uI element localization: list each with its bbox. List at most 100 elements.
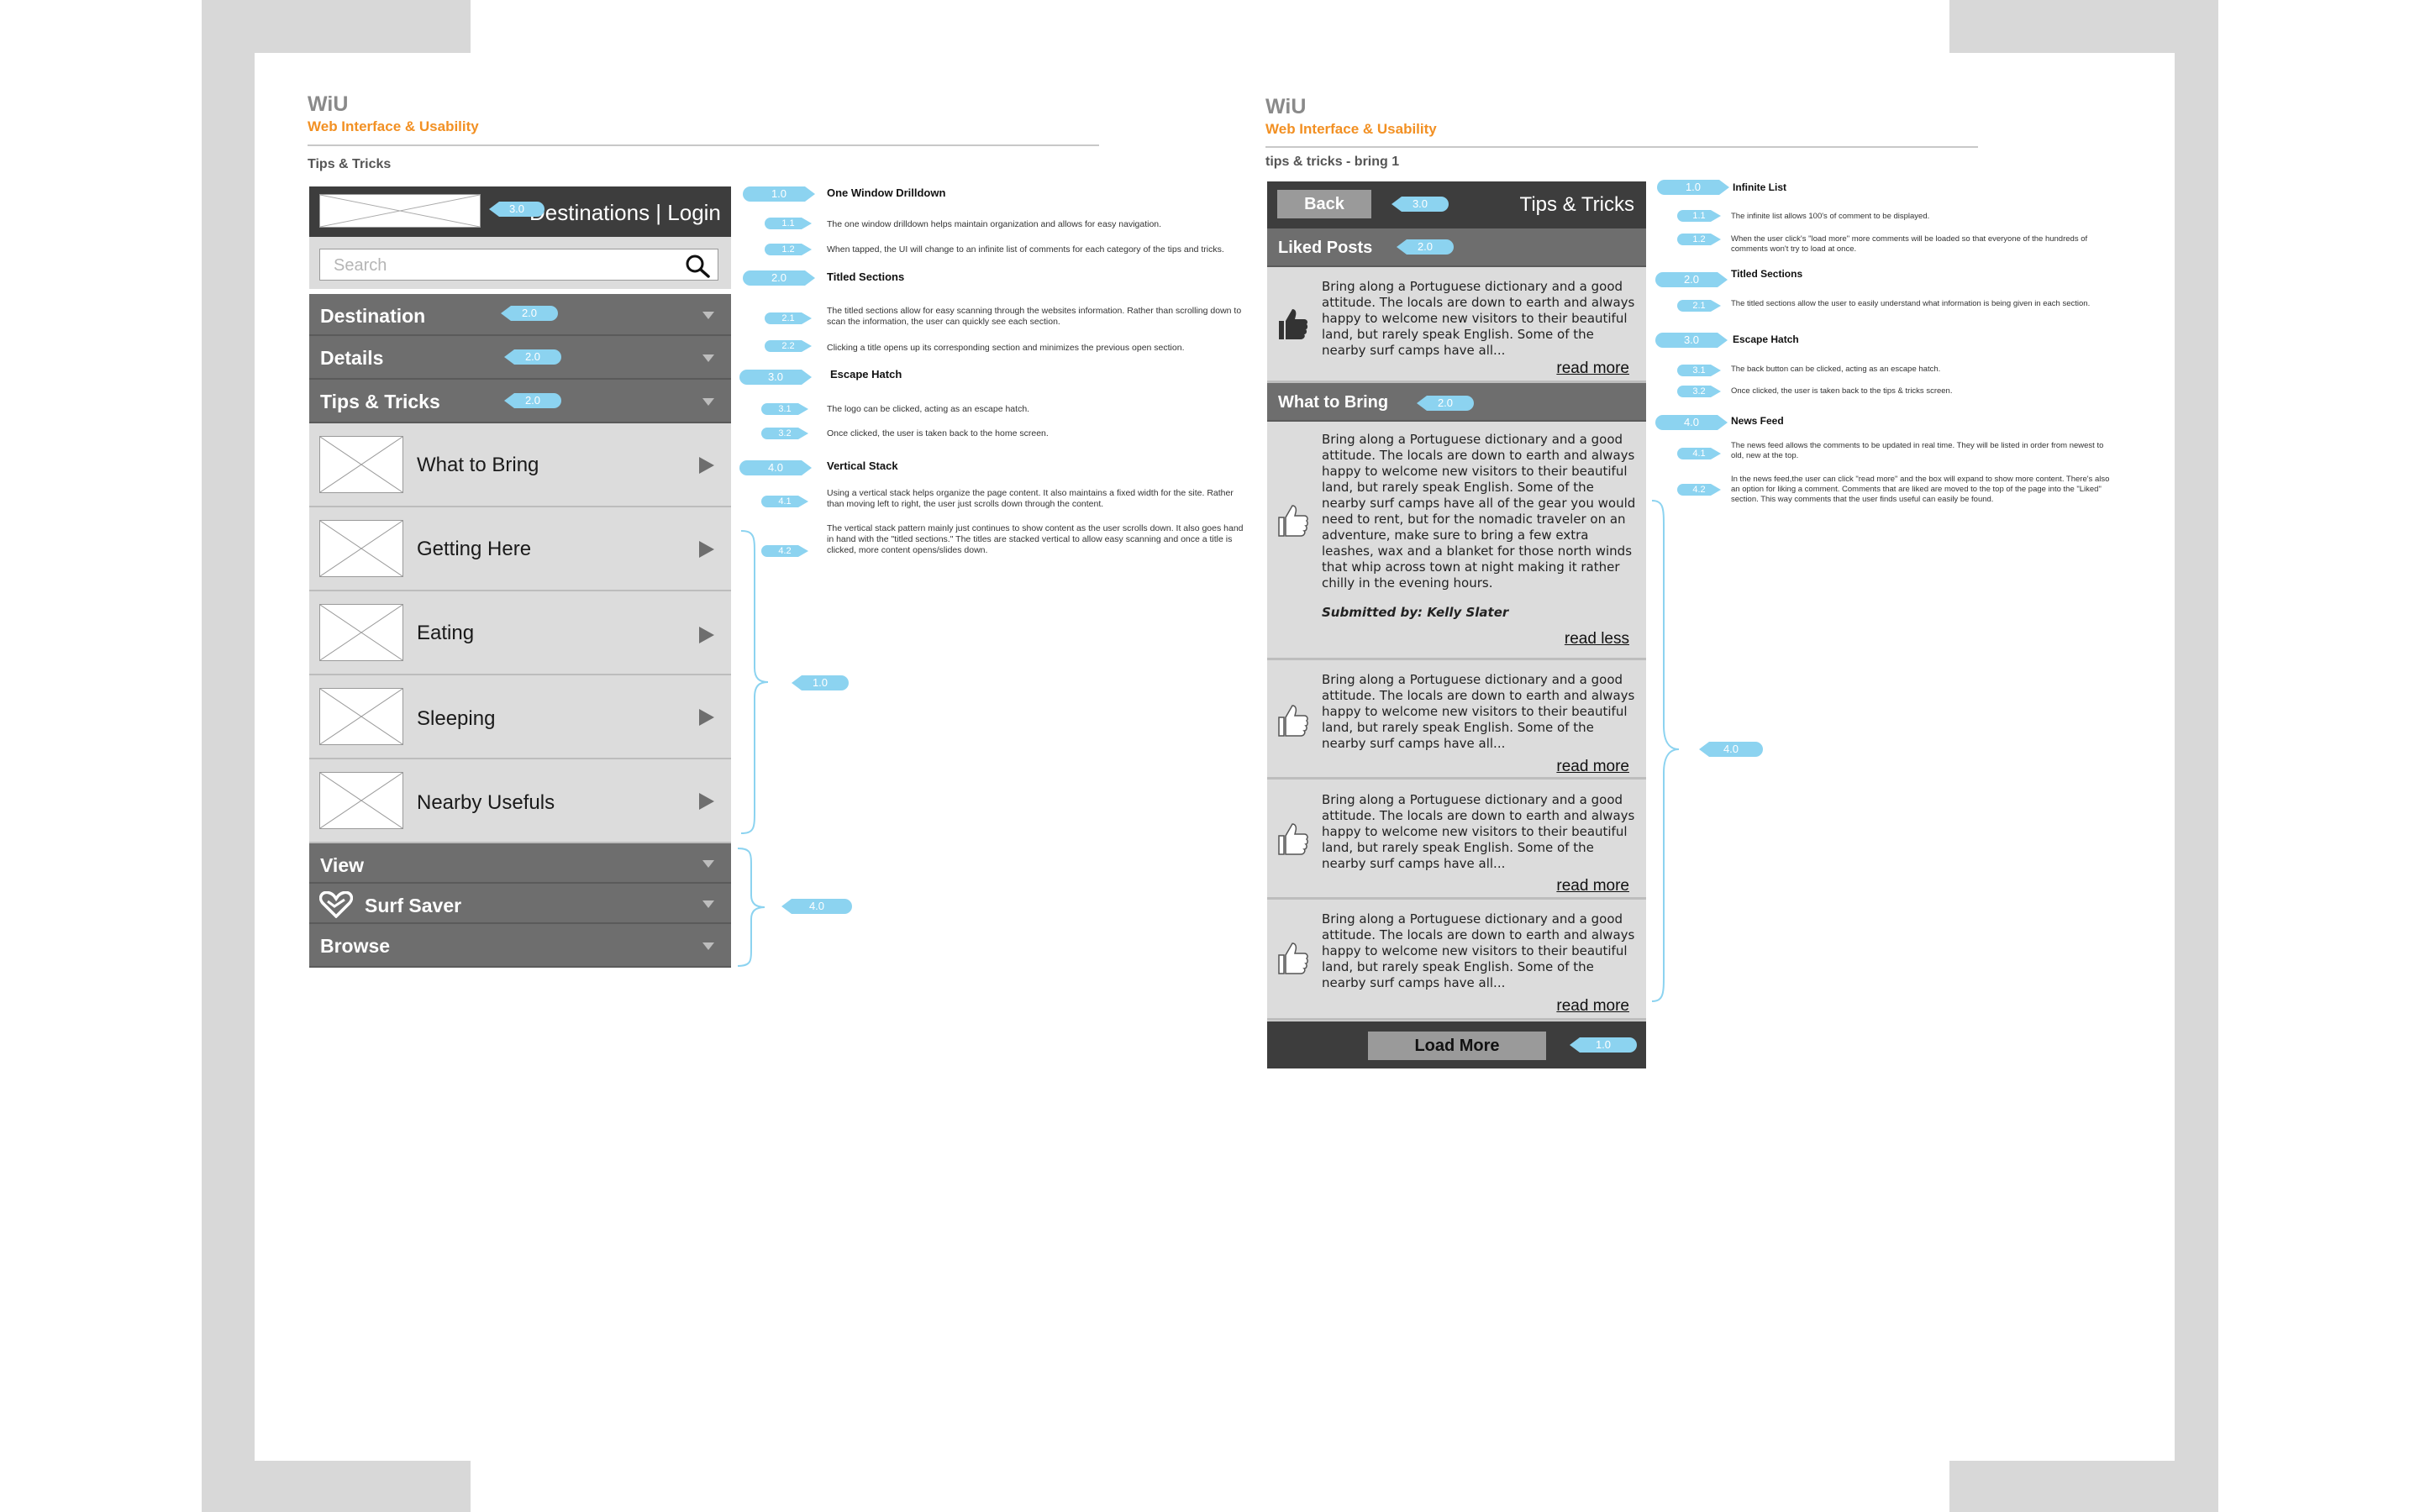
app-header: Destinations | Login 3.0: [309, 186, 731, 237]
note-text: The one window drilldown helps maintain …: [827, 219, 1162, 229]
note-heading: Titled Sections: [827, 270, 905, 283]
note-text: The news feed allows the comments to be …: [1731, 441, 2104, 460]
search-input-box[interactable]: Search: [319, 249, 718, 281]
section-surf-saver[interactable]: Surf Saver: [309, 884, 731, 924]
marker-1-0: 1.0: [1570, 1037, 1637, 1053]
frame-corner: [202, 1459, 471, 1512]
note-text: The logo can be clicked, acting as an es…: [827, 404, 1030, 414]
note-text: Clicking a title opens up its correspond…: [827, 343, 1185, 353]
chevron-right-icon: [699, 541, 714, 558]
note-marker: 2.2: [765, 340, 812, 352]
image-placeholder: [319, 772, 403, 829]
note-marker: 1.0: [743, 186, 815, 202]
note-marker: 2.1: [765, 312, 812, 324]
section-label: Liked Posts: [1278, 239, 1373, 257]
marker-3-0: 3.0: [489, 202, 544, 217]
chevron-down-icon: [702, 312, 714, 319]
read-more-link[interactable]: read more: [1556, 360, 1629, 378]
page-label: Tips & Tricks: [308, 157, 392, 171]
post-text: Bring along a Portuguese dictionary and …: [1322, 432, 1636, 591]
post: Bring along a Portuguese dictionary and …: [1267, 782, 1646, 900]
thumbs-up-icon[interactable]: [1276, 821, 1309, 858]
section-browse[interactable]: Browse: [309, 924, 731, 968]
image-placeholder: [319, 688, 403, 745]
thumbs-up-icon[interactable]: [1276, 940, 1309, 977]
thumbs-up-icon[interactable]: [1276, 502, 1309, 539]
page-title: Tips & Tricks: [1519, 193, 1634, 216]
doc-subtitle: Web Interface & Usability: [308, 118, 479, 134]
section-destination[interactable]: Destination 2.0: [309, 294, 731, 336]
note-text: Using a vertical stack helps organize th…: [827, 488, 1234, 509]
load-more-bar: Load More 1.0: [1267, 1021, 1646, 1068]
page-label: tips & tricks - bring 1: [1265, 155, 1400, 169]
post-text: Bring along a Portuguese dictionary and …: [1322, 911, 1635, 990]
thumbs-up-filled-icon[interactable]: [1276, 306, 1309, 343]
back-button[interactable]: Back: [1277, 190, 1371, 218]
marker-3-0: 3.0: [1392, 197, 1449, 212]
image-placeholder: [319, 436, 403, 493]
section-label: Browse: [320, 935, 391, 957]
section-tips-tricks[interactable]: Tips & Tricks 2.0: [309, 380, 731, 423]
chevron-down-icon: [702, 398, 714, 406]
post-text: Bring along a Portuguese dictionary and …: [1322, 672, 1635, 751]
expanded-post: Bring along a Portuguese dictionary and …: [1267, 423, 1646, 660]
search-icon[interactable]: [684, 253, 711, 278]
section-label: Details: [320, 347, 384, 369]
list-item[interactable]: Eating: [309, 591, 731, 675]
note-marker: 2.0: [743, 270, 815, 286]
chevron-right-icon: [699, 709, 714, 726]
note-heading: Infinite List: [1733, 181, 1786, 193]
chevron-down-icon: [702, 860, 714, 868]
image-placeholder: [319, 520, 403, 577]
note-heading: Vertical Stack: [827, 459, 898, 472]
note-text: The titled sections allow the user to ea…: [1731, 299, 2091, 308]
post: Bring along a Portuguese dictionary and …: [1267, 901, 1646, 1021]
header-nav-text[interactable]: Destinations | Login: [529, 200, 721, 226]
chevron-down-icon: [702, 354, 714, 362]
note-marker: 1.2: [765, 244, 812, 255]
note-marker: 1.1: [765, 218, 812, 229]
bracket-bottom: [737, 848, 765, 967]
list-item[interactable]: Getting Here: [309, 507, 731, 591]
post-text: Bring along a Portuguese dictionary and …: [1322, 792, 1635, 871]
phone-mockup-left: Destinations | Login 3.0 Search Destinat…: [309, 186, 731, 968]
note-text: The titled sections allow for easy scann…: [827, 306, 1242, 327]
section-view[interactable]: View: [309, 843, 731, 884]
list-item-label: What to Bring: [417, 454, 539, 476]
liked-post: Bring along a Portuguese dictionary and …: [1267, 269, 1646, 383]
read-less-link[interactable]: read less: [1565, 630, 1629, 648]
marker-2-0: 2.0: [1397, 239, 1454, 255]
read-more-link[interactable]: read more: [1556, 877, 1629, 895]
doc-subtitle: Web Interface & Usability: [1265, 121, 1437, 137]
post-text: Bring along a Portuguese dictionary and …: [1322, 279, 1635, 358]
marker-2-0: 2.0: [504, 393, 561, 408]
note-marker: 3.0: [739, 370, 812, 385]
section-label: View: [320, 854, 364, 876]
section-what-to-bring[interactable]: What to Bring 2.0: [1267, 383, 1646, 422]
bracket-feed: [1651, 500, 1680, 1002]
post: Bring along a Portuguese dictionary and …: [1267, 662, 1646, 780]
note-heading: Escape Hatch: [830, 368, 902, 381]
note-text: Once clicked, the user is taken back to …: [1731, 386, 1953, 396]
load-more-button[interactable]: Load More: [1368, 1032, 1546, 1060]
list-item[interactable]: What to Bring: [309, 423, 731, 507]
doc-rule: [308, 144, 1099, 146]
logo-placeholder[interactable]: [319, 194, 481, 228]
section-label: What to Bring: [1278, 393, 1389, 412]
list-item-label: Sleeping: [417, 707, 496, 730]
list-item[interactable]: Nearby Usefuls: [309, 759, 731, 843]
search-input[interactable]: Search: [334, 256, 387, 276]
read-more-link[interactable]: read more: [1556, 997, 1629, 1016]
app-header: Back 3.0 Tips & Tricks: [1267, 181, 1646, 228]
note-marker: 2.0: [1655, 272, 1728, 287]
note-marker: 3.1: [761, 403, 808, 415]
list-item[interactable]: Sleeping: [309, 675, 731, 759]
thumbs-up-icon[interactable]: [1276, 702, 1309, 739]
marker-4-0: 4.0: [781, 899, 852, 914]
marker-1-0: 1.0: [792, 675, 849, 690]
marker-2-0: 2.0: [1417, 396, 1474, 411]
post-author: Submitted by: Kelly Slater: [1322, 605, 1509, 620]
section-liked-posts[interactable]: Liked Posts 2.0: [1267, 228, 1646, 267]
section-details[interactable]: Details 2.0: [309, 336, 731, 380]
read-more-link[interactable]: read more: [1556, 758, 1629, 776]
